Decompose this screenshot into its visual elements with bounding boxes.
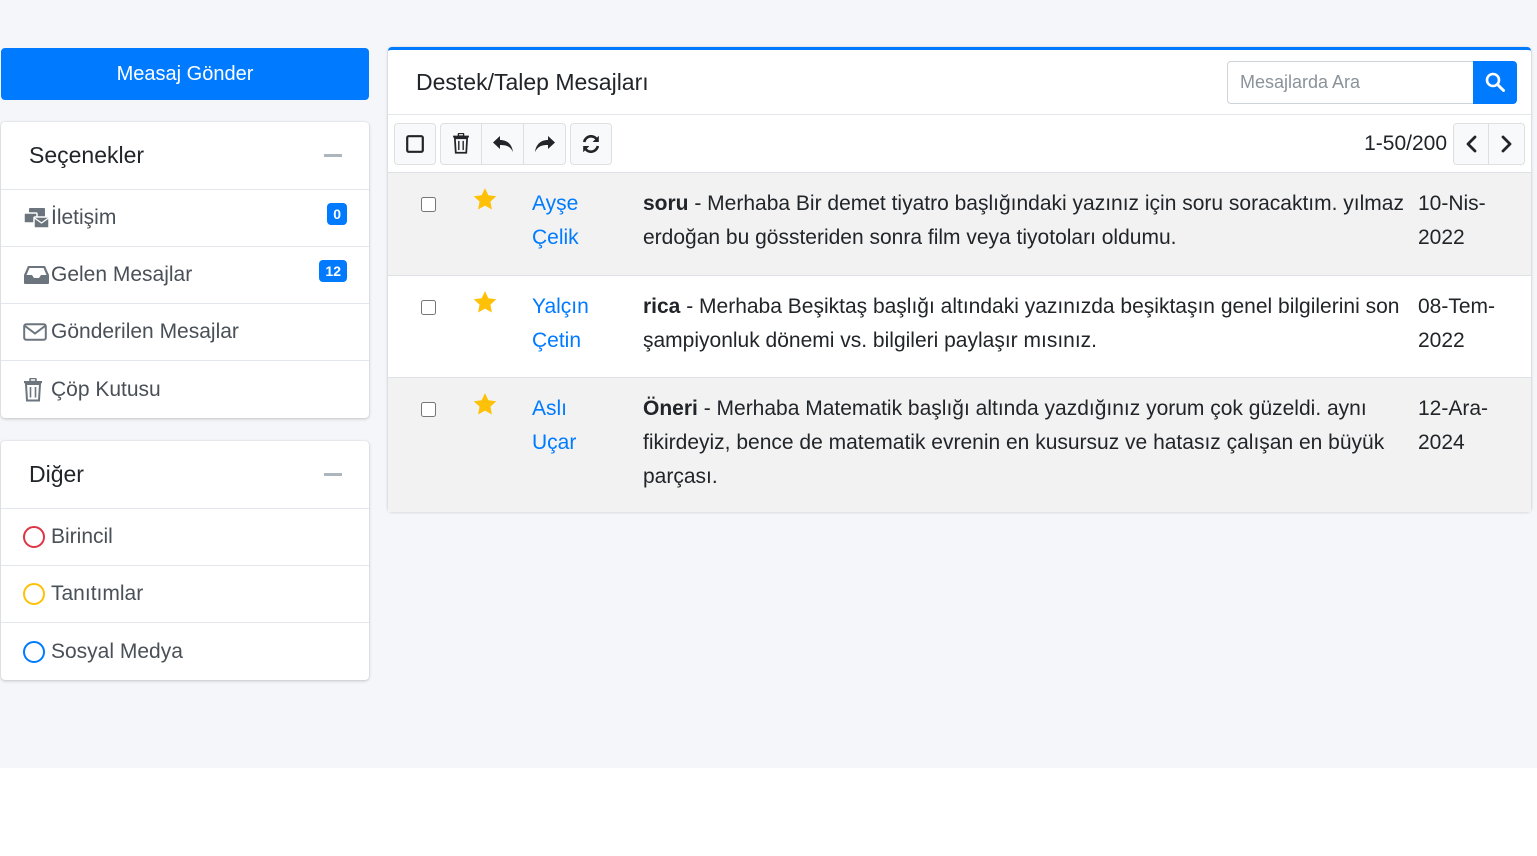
message-date: 08-Tem- 2022 xyxy=(1418,276,1531,377)
messages-panel: Destek/Talep Mesajları Mesajlarda Ara 1-… xyxy=(388,47,1531,512)
label-item-primary[interactable]: Birincil xyxy=(1,509,369,566)
compose-button[interactable]: Measaj Gönder xyxy=(1,48,369,100)
toolbar-buttons xyxy=(394,122,612,165)
nav-item-label: İletişim xyxy=(51,206,117,229)
nav-item-label: Çöp Kutusu xyxy=(51,377,161,401)
sender-name[interactable]: Ayşe Çelik xyxy=(532,173,643,275)
other-title: Diğer xyxy=(29,461,84,487)
nav-item-trash[interactable]: Çöp Kutusu xyxy=(1,361,369,418)
message-subject: rica xyxy=(643,295,681,318)
nav-item-inbox[interactable]: Gelen Mesajlar 12 xyxy=(1,247,369,304)
other-card: Diğer Birincil Tanıtımlar Sosyal Medya xyxy=(1,441,369,680)
message-preview[interactable]: Öneri - Merhaba Matematik başlığı altınd… xyxy=(643,378,1418,512)
search-button[interactable] xyxy=(1473,60,1517,104)
options-title: Seçenekler xyxy=(29,142,145,168)
table-row[interactable]: Ayşe Çelik soru - Merhaba Bir demet tiya… xyxy=(388,172,1531,275)
sender-last-name: Çetin xyxy=(532,329,582,352)
label-item-text: Sosyal Medya xyxy=(51,639,183,663)
sender-first-name: Yalçın xyxy=(532,295,589,318)
trash-icon xyxy=(453,133,469,154)
options-card-header: Seçenekler xyxy=(1,122,369,190)
nav-item-label: Gelen Mesajlar xyxy=(51,263,193,286)
sender-name[interactable]: Aslı Uçar xyxy=(532,378,643,512)
circle-icon xyxy=(23,583,45,605)
reply-icon xyxy=(492,135,513,152)
next-page-button[interactable] xyxy=(1489,122,1525,165)
chevron-left-icon xyxy=(1466,135,1477,152)
star-icon[interactable] xyxy=(472,187,498,212)
row-checkbox[interactable] xyxy=(421,402,436,417)
forward-button[interactable] xyxy=(524,122,566,165)
sender-name[interactable]: Yalçın Çetin xyxy=(532,276,643,377)
mail-bulk-icon xyxy=(23,206,51,230)
search-input[interactable] xyxy=(1227,60,1473,104)
message-preview[interactable]: rica - Merhaba Beşiktaş başlığı altındak… xyxy=(643,276,1418,377)
prev-page-button[interactable] xyxy=(1453,122,1489,165)
sync-icon xyxy=(582,134,600,153)
square-icon xyxy=(406,134,424,153)
select-all-button[interactable] xyxy=(394,122,436,165)
label-item-social[interactable]: Sosyal Medya xyxy=(1,623,369,680)
envelope-icon xyxy=(23,320,51,344)
pagination: 1-50/200 xyxy=(1364,122,1525,165)
circle-icon xyxy=(23,526,45,548)
mailbox-toolbar: 1-50/200 xyxy=(388,115,1531,172)
circle-icon xyxy=(23,640,45,663)
date-line: 08-Tem- xyxy=(1418,295,1496,318)
message-date: 10-Nis- 2022 xyxy=(1418,173,1531,275)
message-subject: soru xyxy=(643,192,689,215)
date-line: 12-Ara- xyxy=(1418,397,1489,420)
search-group xyxy=(1227,60,1517,104)
reply-button[interactable] xyxy=(482,122,524,165)
date-line: 2022 xyxy=(1418,226,1465,249)
trash-icon xyxy=(23,377,51,402)
date-line: 2024 xyxy=(1418,431,1465,454)
inbox-icon xyxy=(23,263,51,287)
table-row[interactable]: Aslı Uçar Öneri - Merhaba Matematik başl… xyxy=(388,377,1531,512)
messages-header: Destek/Talep Mesajları xyxy=(388,50,1531,115)
nav-item-sent[interactable]: Gönderilen Mesajlar xyxy=(1,304,369,361)
sidebar: Measaj Gönder Seçenekler İletişim 0 Gele… xyxy=(1,48,369,680)
sender-last-name: Uçar xyxy=(532,431,577,454)
messages-table: Ayşe Çelik soru - Merhaba Bir demet tiya… xyxy=(388,172,1531,512)
collapse-icon[interactable] xyxy=(323,465,343,485)
message-body: - Merhaba Beşiktaş başlığı altındaki yaz… xyxy=(643,295,1400,352)
options-card: Seçenekler İletişim 0 Gelen Mesajlar 12 … xyxy=(1,122,369,418)
message-date: 12-Ara- 2024 xyxy=(1418,378,1531,512)
message-subject: Öneri xyxy=(643,397,698,420)
message-preview[interactable]: soru - Merhaba Bir demet tiyatro başlığı… xyxy=(643,173,1418,275)
sender-first-name: Aslı xyxy=(532,397,568,420)
nav-item-contact[interactable]: İletişim 0 xyxy=(1,190,369,247)
label-item-text: Tanıtımlar xyxy=(51,582,144,605)
star-icon[interactable] xyxy=(472,290,498,315)
search-icon xyxy=(1485,72,1505,92)
label-item-text: Birincil xyxy=(51,525,113,548)
star-icon[interactable] xyxy=(472,392,498,417)
table-row[interactable]: Yalçın Çetin rica - Merhaba Beşiktaş baş… xyxy=(388,275,1531,377)
sender-last-name: Çelik xyxy=(532,226,579,249)
nav-item-label: Gönderilen Mesajlar xyxy=(51,320,239,343)
other-card-header: Diğer xyxy=(1,441,369,509)
contact-count-badge: 0 xyxy=(327,203,347,225)
refresh-button[interactable] xyxy=(570,122,612,165)
message-body: - Merhaba Matematik başlığı altında yazd… xyxy=(643,397,1385,488)
share-icon xyxy=(534,135,555,152)
page-title: Destek/Talep Mesajları xyxy=(416,68,649,95)
date-line: 10-Nis- xyxy=(1418,192,1486,215)
pagination-text: 1-50/200 xyxy=(1364,131,1447,155)
chevron-right-icon xyxy=(1501,135,1511,152)
inbox-count-badge: 12 xyxy=(319,260,347,282)
label-item-promotions[interactable]: Tanıtımlar xyxy=(1,566,369,623)
sender-first-name: Ayşe xyxy=(532,192,579,215)
collapse-icon[interactable] xyxy=(323,146,343,166)
date-line: 2022 xyxy=(1418,329,1465,352)
message-body: - Merhaba Bir demet tiyatro başlığındaki… xyxy=(643,192,1404,249)
row-checkbox[interactable] xyxy=(421,300,436,315)
delete-button[interactable] xyxy=(440,122,482,165)
row-checkbox[interactable] xyxy=(421,197,436,212)
